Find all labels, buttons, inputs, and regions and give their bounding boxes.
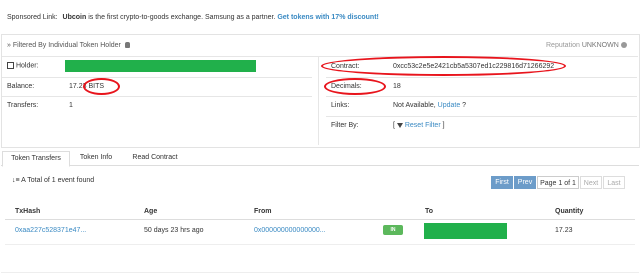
transfers-label: Transfers:	[7, 102, 39, 109]
balance-annotation	[83, 78, 120, 95]
filter-icon	[396, 122, 403, 128]
reset-filter-link[interactable]: Reset Filter	[405, 122, 441, 129]
row-divider	[2, 77, 312, 78]
column-divider	[318, 57, 319, 145]
header-from: From	[254, 208, 272, 215]
tab-token-transfers[interactable]: Token Transfers	[2, 151, 70, 167]
row-divider	[2, 96, 312, 97]
table-bottom-divider	[5, 244, 635, 245]
first-page-button[interactable]: First	[491, 176, 513, 189]
links-label: Links:	[331, 102, 350, 109]
contract-annotation	[321, 56, 566, 76]
page-indicator: Page 1 of 1	[537, 176, 579, 189]
section-bottom-border	[1, 272, 639, 273]
holder-address-redacted[interactable]	[65, 60, 256, 72]
table-header-divider	[5, 219, 635, 220]
filter-label: Filter By:	[331, 122, 359, 129]
to-address-redacted[interactable]	[424, 223, 507, 239]
tab-token-info[interactable]: Token Info	[74, 151, 118, 165]
next-page-button[interactable]: Next	[580, 176, 602, 189]
decimals-annotation	[324, 78, 386, 95]
sponsored-label: Sponsored Link:	[7, 14, 58, 21]
row-divider	[326, 116, 637, 117]
sponsored-banner: Sponsored Link: Ubcoin is the first cryp…	[7, 14, 379, 21]
panel-divider	[2, 56, 638, 57]
reputation: Reputation UNKNOWN	[546, 42, 627, 49]
tx-age: 50 days 23 hrs ago	[144, 227, 204, 234]
header-to: To	[425, 208, 434, 215]
last-page-button[interactable]: Last	[603, 176, 625, 189]
header-age: Age	[144, 208, 158, 215]
header-quantity: Quantity	[555, 208, 584, 215]
from-address-link[interactable]: 0x000000000000000...	[254, 227, 326, 234]
row-divider	[326, 96, 637, 97]
tab-read-contract[interactable]: Read Contract	[126, 151, 184, 165]
sponsor-text: is the first crypto-to-goods exchange. S…	[88, 14, 276, 21]
event-summary: ↓≡ A Total of 1 event found	[12, 177, 95, 184]
wallet-icon	[7, 62, 14, 69]
transfers-value: 1	[69, 102, 73, 109]
tabs-baseline	[1, 165, 639, 166]
tx-quantity: 17.23	[555, 227, 573, 234]
update-link[interactable]: Update	[438, 102, 461, 109]
links-value: Not Available, Update ?	[393, 102, 467, 109]
tx-hash-link[interactable]: 0xaa227c528371e47...	[15, 227, 86, 234]
row-divider	[326, 77, 637, 78]
info-icon[interactable]	[620, 42, 627, 49]
sort-icon: ↓≡	[12, 177, 20, 184]
sponsor-link[interactable]: Get tokens with 17% discount!	[277, 14, 379, 21]
decimals-value: 18	[393, 83, 401, 90]
prev-page-button[interactable]: Prev	[514, 176, 536, 189]
holder-label: Holder:	[7, 62, 39, 69]
user-icon	[124, 42, 130, 49]
in-badge: IN	[383, 225, 403, 235]
balance-label: Balance:	[7, 83, 35, 90]
sponsor-brand: Ubcoin	[62, 14, 87, 21]
panel-title: » Filtered By Individual Token Holder	[7, 42, 130, 49]
filter-value: [ Reset Filter ]	[393, 122, 445, 129]
header-txhash: TxHash	[15, 208, 41, 215]
